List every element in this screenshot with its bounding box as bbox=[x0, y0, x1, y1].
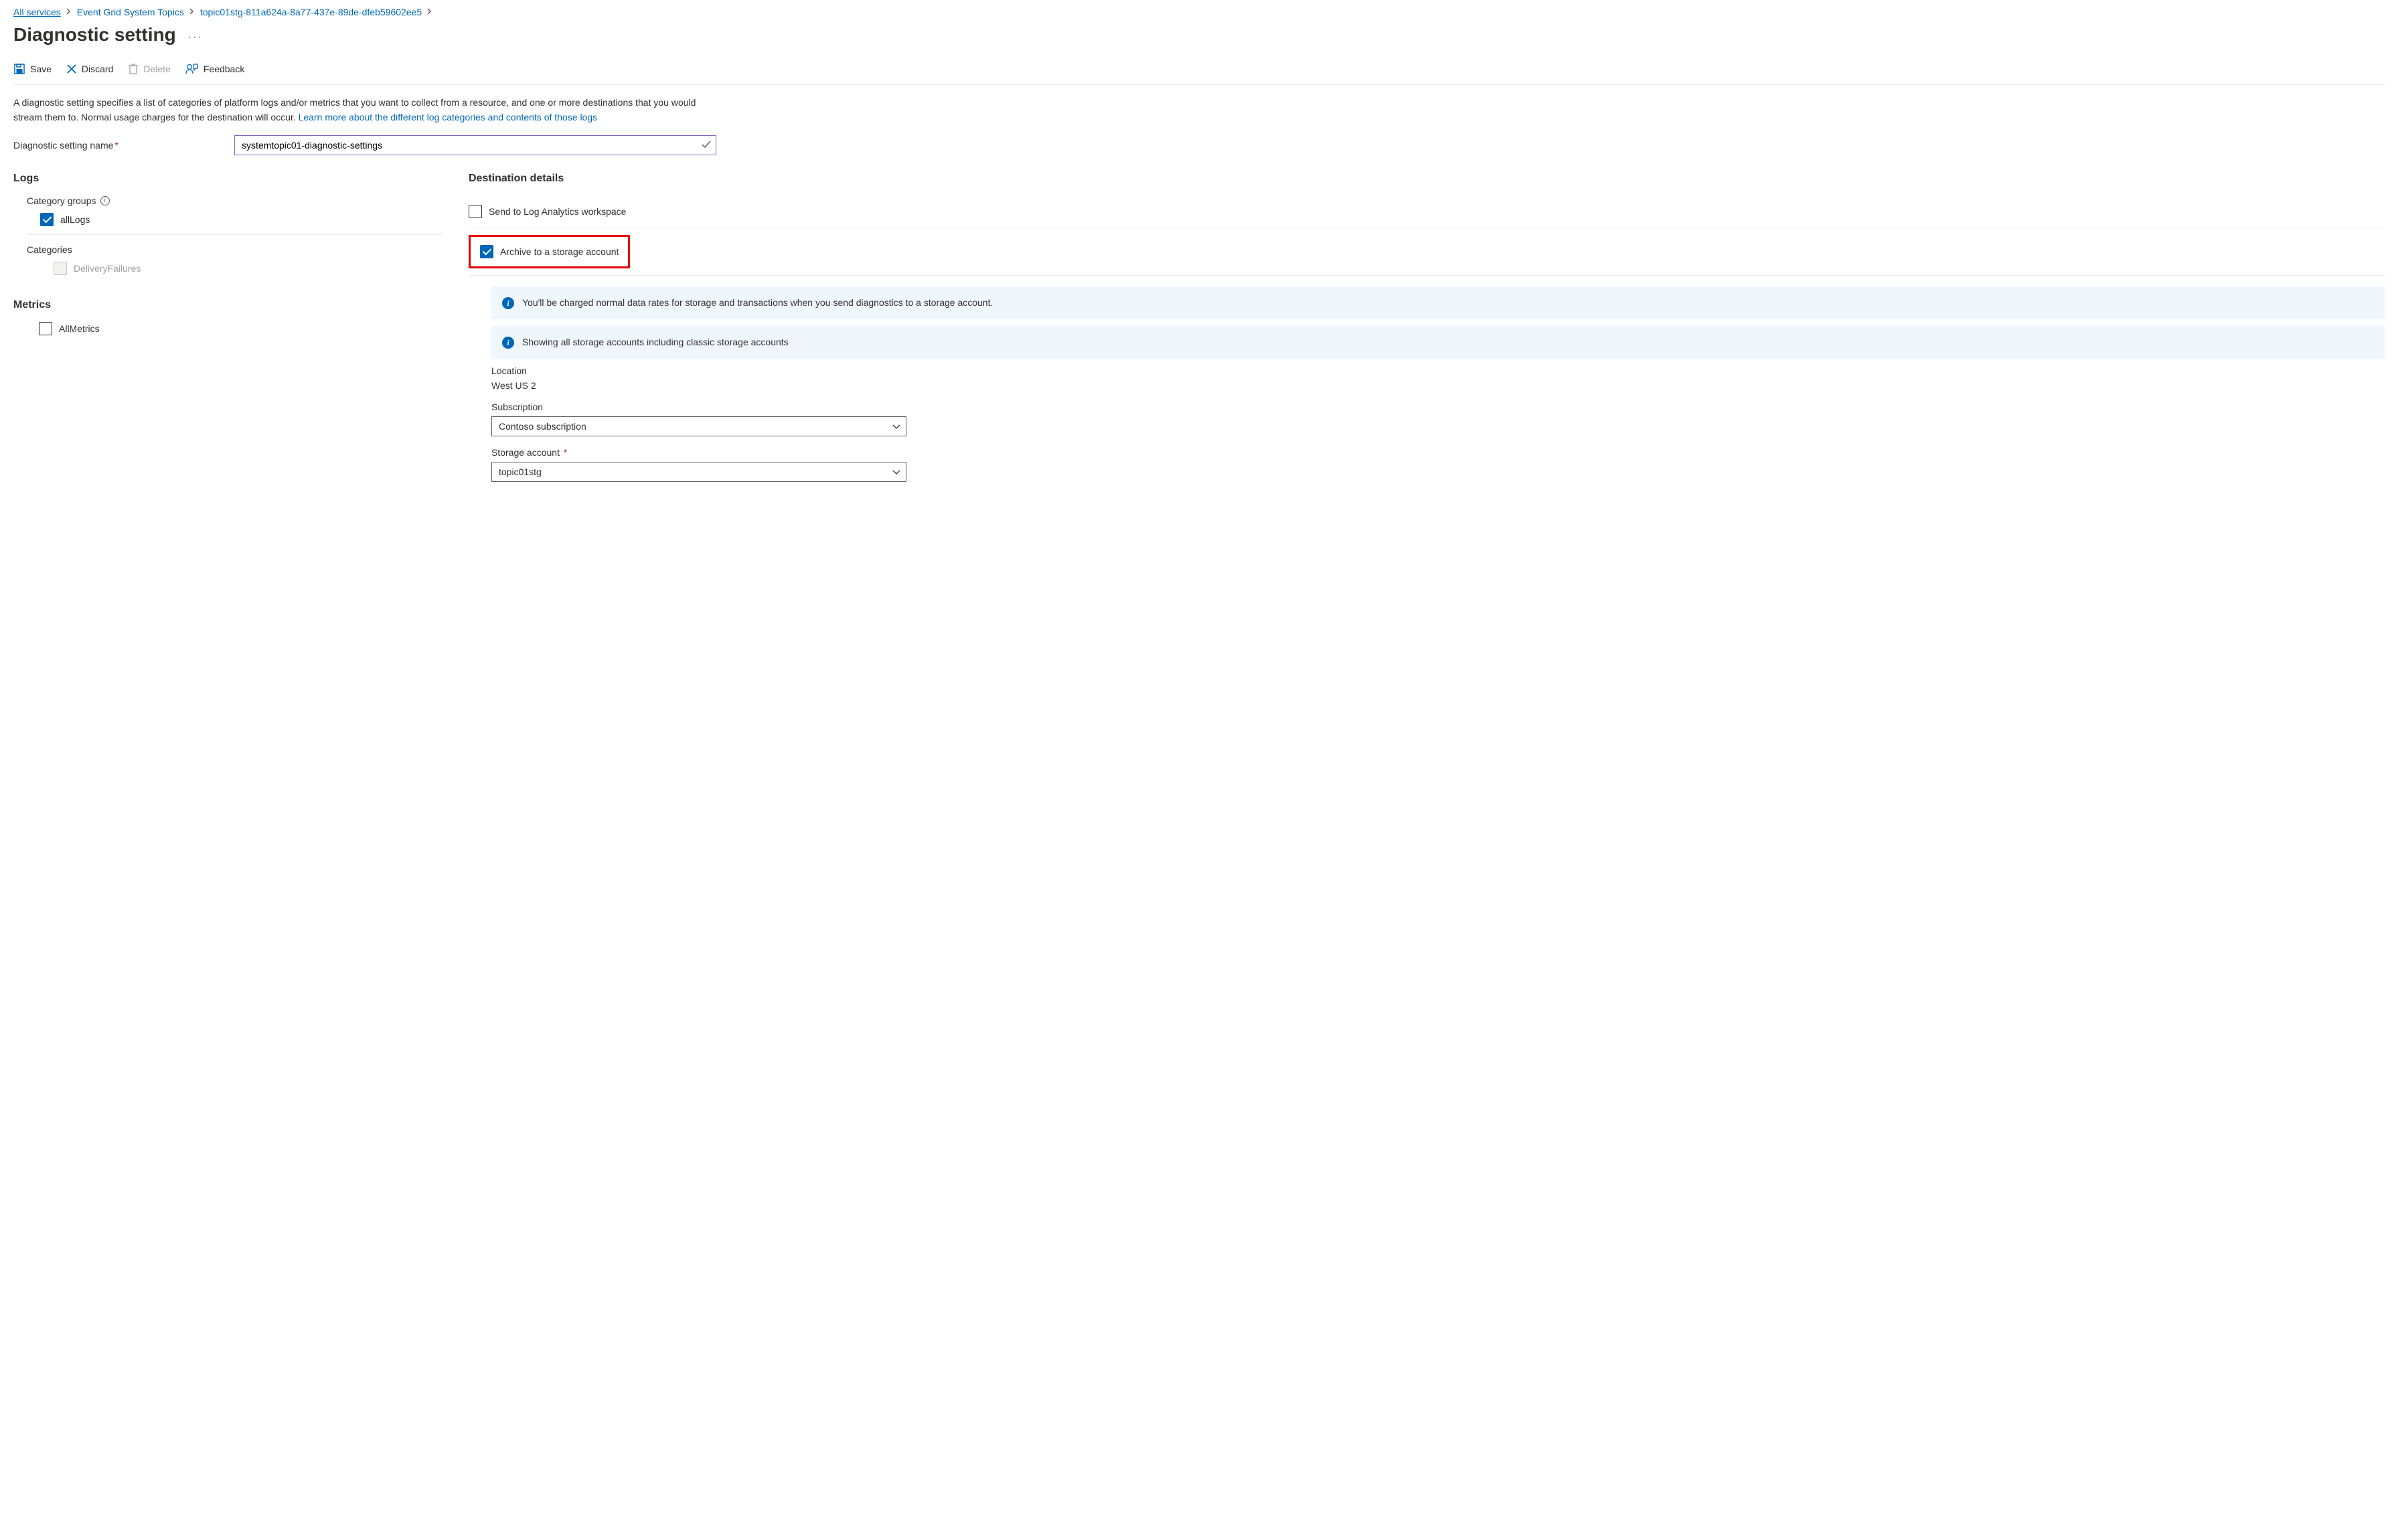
breadcrumb-all-services[interactable]: All services bbox=[13, 7, 61, 17]
delete-button: Delete bbox=[128, 63, 170, 75]
description-text: A diagnostic setting specifies a list of… bbox=[13, 96, 723, 124]
save-button[interactable]: Save bbox=[13, 63, 52, 75]
all-logs-checkbox[interactable] bbox=[40, 213, 54, 226]
diagnostic-name-input[interactable] bbox=[234, 135, 716, 155]
dest-log-analytics-row: Send to Log Analytics workspace bbox=[469, 195, 2385, 228]
save-label: Save bbox=[30, 64, 52, 74]
required-indicator: * bbox=[114, 140, 118, 151]
location-label: Location bbox=[491, 365, 2385, 376]
dest-archive-storage-row: Archive to a storage account bbox=[469, 228, 2385, 276]
chevron-down-icon bbox=[892, 421, 900, 432]
subscription-label: Subscription bbox=[491, 402, 2385, 412]
page-title: Diagnostic setting bbox=[13, 24, 176, 46]
all-logs-label: allLogs bbox=[60, 214, 90, 225]
info-icon: i bbox=[502, 297, 514, 309]
toolbar: Save Discard Delete Feedback bbox=[13, 63, 2385, 85]
learn-more-link[interactable]: Learn more about the different log categ… bbox=[299, 112, 597, 122]
send-log-analytics-checkbox[interactable] bbox=[469, 205, 482, 218]
discard-button[interactable]: Discard bbox=[66, 64, 113, 74]
subscription-select[interactable]: Contoso subscription bbox=[491, 416, 906, 436]
categories-label: Categories bbox=[27, 244, 72, 255]
breadcrumb: All services Event Grid System Topics to… bbox=[13, 7, 2385, 17]
storage-account-label: Storage account * bbox=[491, 447, 2385, 458]
more-actions-button[interactable]: ··· bbox=[188, 31, 203, 44]
chevron-down-icon bbox=[892, 466, 900, 477]
info-text-storage-accounts: Showing all storage accounts including c… bbox=[522, 335, 789, 349]
info-banner-charges: i You'll be charged normal data rates fo… bbox=[491, 286, 2385, 319]
subscription-value: Contoso subscription bbox=[499, 421, 586, 432]
chevron-right-icon bbox=[189, 7, 195, 17]
name-field-label: Diagnostic setting name* bbox=[13, 140, 234, 151]
info-text-charges: You'll be charged normal data rates for … bbox=[522, 296, 993, 310]
storage-account-select[interactable]: topic01stg bbox=[491, 462, 906, 482]
discard-label: Discard bbox=[82, 64, 113, 74]
chevron-right-icon bbox=[66, 7, 72, 17]
checkmark-icon bbox=[702, 140, 711, 151]
storage-account-value: topic01stg bbox=[499, 466, 542, 477]
name-field-row: Diagnostic setting name* bbox=[13, 135, 2385, 155]
info-icon[interactable]: i bbox=[100, 196, 110, 205]
destination-heading: Destination details bbox=[469, 173, 2385, 185]
metrics-heading: Metrics bbox=[13, 299, 442, 311]
delivery-failures-label: DeliveryFailures bbox=[74, 263, 141, 274]
location-value: West US 2 bbox=[491, 380, 2385, 391]
breadcrumb-topic[interactable]: topic01stg-811a624a-8a77-437e-89de-dfeb5… bbox=[200, 7, 422, 17]
delete-label: Delete bbox=[143, 64, 170, 74]
archive-storage-label: Archive to a storage account bbox=[500, 246, 619, 257]
chevron-right-icon bbox=[427, 7, 432, 17]
breadcrumb-event-grid[interactable]: Event Grid System Topics bbox=[77, 7, 184, 17]
required-indicator: * bbox=[561, 447, 567, 458]
logs-heading: Logs bbox=[13, 173, 442, 185]
title-row: Diagnostic setting ··· bbox=[13, 24, 2385, 46]
archive-storage-checkbox[interactable] bbox=[480, 245, 493, 258]
info-icon: i bbox=[502, 337, 514, 349]
feedback-label: Feedback bbox=[204, 64, 244, 74]
save-icon bbox=[13, 63, 25, 75]
feedback-button[interactable]: Feedback bbox=[185, 63, 244, 75]
feedback-icon bbox=[185, 63, 199, 75]
archive-highlight-box: Archive to a storage account bbox=[469, 235, 630, 268]
all-metrics-checkbox[interactable] bbox=[39, 322, 52, 335]
send-log-analytics-label: Send to Log Analytics workspace bbox=[489, 206, 626, 217]
info-banner-storage-accounts: i Showing all storage accounts including… bbox=[491, 326, 2385, 359]
divider bbox=[27, 234, 442, 235]
close-icon bbox=[66, 64, 77, 74]
all-metrics-label: AllMetrics bbox=[59, 323, 100, 334]
category-groups-label: Category groups i bbox=[27, 195, 110, 206]
trash-icon bbox=[128, 63, 139, 75]
delivery-failures-checkbox bbox=[54, 262, 67, 275]
